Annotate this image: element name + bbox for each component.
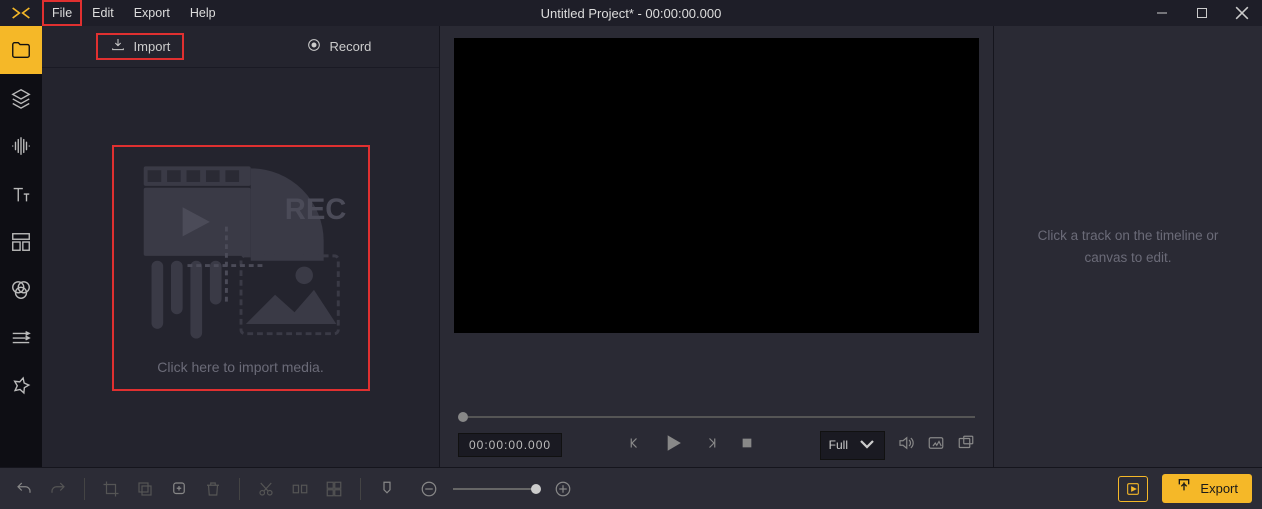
bottom-toolbar: Export	[0, 467, 1262, 509]
scrub-playhead[interactable]	[458, 412, 468, 422]
render-preview-button[interactable]	[1118, 476, 1148, 502]
undo-button[interactable]	[10, 475, 38, 503]
cut-button[interactable]	[252, 475, 280, 503]
zoom-in-button[interactable]	[549, 475, 577, 503]
zoom-out-button[interactable]	[415, 475, 443, 503]
media-body: REC Click here to import media.	[42, 68, 439, 467]
properties-hint: Click a track on the timeline or canvas …	[1038, 225, 1219, 268]
separator	[360, 478, 361, 500]
play-button[interactable]	[662, 432, 684, 459]
export-label: Export	[1200, 481, 1238, 496]
record-icon	[306, 37, 322, 56]
dropzone-hint: Click here to import media.	[157, 359, 324, 375]
rail-filters[interactable]	[0, 266, 42, 314]
duplicate-button[interactable]	[131, 475, 159, 503]
fullscreen-button[interactable]	[957, 434, 975, 457]
rail-transitions[interactable]	[0, 314, 42, 362]
next-frame-button[interactable]	[702, 434, 720, 457]
menu-file[interactable]: File	[42, 0, 82, 26]
preview-zoom-label: Full	[829, 438, 848, 452]
split-button[interactable]	[286, 475, 314, 503]
tab-record-label: Record	[330, 39, 372, 54]
minimize-button[interactable]	[1142, 0, 1182, 26]
preview-canvas[interactable]	[454, 38, 979, 333]
menu-bar: File Edit Export Help Untitled Project* …	[0, 0, 1262, 26]
playhead-marker-button[interactable]	[373, 475, 401, 503]
import-dropzone[interactable]: REC Click here to import media.	[112, 145, 370, 391]
import-icon	[110, 37, 126, 56]
rail-layers[interactable]	[0, 74, 42, 122]
zoom-thumb[interactable]	[531, 484, 541, 494]
volume-button[interactable]	[897, 434, 915, 457]
menu-export[interactable]: Export	[124, 0, 180, 26]
preview-zoom-select[interactable]: Full	[820, 431, 885, 460]
preview-panel: 00:00:00.000 Full	[439, 26, 994, 467]
tool-rail	[0, 26, 42, 467]
zoom-control	[415, 475, 577, 503]
rail-media[interactable]	[0, 26, 42, 74]
dropzone-art-icon: REC	[134, 153, 348, 349]
properties-panel: Click a track on the timeline or canvas …	[994, 26, 1262, 467]
stop-button[interactable]	[738, 434, 756, 457]
separator	[84, 478, 85, 500]
group-button[interactable]	[320, 475, 348, 503]
rail-elements[interactable]	[0, 362, 42, 410]
window-controls	[1142, 0, 1262, 26]
media-panel: Import Record	[42, 26, 439, 467]
delete-button[interactable]	[199, 475, 227, 503]
add-marker-button[interactable]	[165, 475, 193, 503]
app-logo-icon	[0, 0, 42, 26]
export-icon	[1176, 479, 1192, 498]
menu-edit[interactable]: Edit	[82, 0, 124, 26]
rail-text[interactable]	[0, 170, 42, 218]
zoom-slider[interactable]	[453, 488, 539, 490]
timecode: 00:00:00.000	[458, 433, 562, 457]
tab-import[interactable]: Import	[96, 33, 185, 60]
scrub-bar[interactable]	[452, 407, 981, 427]
preview-controls: 00:00:00.000 Full	[452, 427, 981, 467]
window-title: Untitled Project* - 00:00:00.000	[541, 6, 722, 21]
media-tabs: Import Record	[42, 26, 439, 68]
rail-audio[interactable]	[0, 122, 42, 170]
redo-button[interactable]	[44, 475, 72, 503]
separator	[239, 478, 240, 500]
tab-record[interactable]: Record	[292, 33, 386, 60]
tab-import-label: Import	[134, 39, 171, 54]
menu-help[interactable]: Help	[180, 0, 226, 26]
export-button[interactable]: Export	[1162, 474, 1252, 503]
close-button[interactable]	[1222, 0, 1262, 26]
maximize-button[interactable]	[1182, 0, 1222, 26]
rail-templates[interactable]	[0, 218, 42, 266]
main-area: Import Record	[0, 26, 1262, 467]
scrub-track	[468, 416, 975, 418]
snapshot-button[interactable]	[927, 434, 945, 457]
rec-label: REC	[284, 193, 346, 225]
chevron-down-icon	[858, 435, 876, 456]
crop-button[interactable]	[97, 475, 125, 503]
prev-frame-button[interactable]	[626, 434, 644, 457]
